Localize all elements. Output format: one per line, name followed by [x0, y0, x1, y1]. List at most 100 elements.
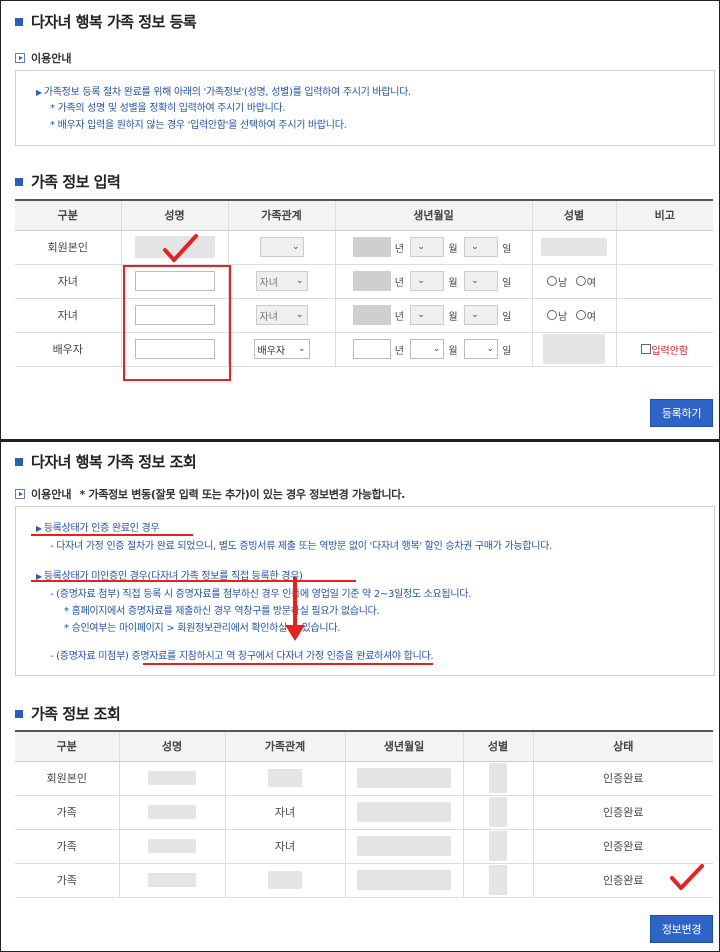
gender-cell — [462, 829, 533, 864]
birthdate-cell: 년 ⌄ 월 ⌄ 일 — [334, 298, 532, 333]
note-cell — [615, 298, 713, 333]
relation-cell — [224, 761, 345, 796]
masked-gender — [541, 238, 607, 256]
table-row: 회원본인 ⌄ 년 ⌄ 월 ⌄ 일 — [15, 230, 713, 265]
note-cell — [615, 230, 713, 265]
row-type: 배우자 — [15, 332, 121, 367]
chevron-down-icon: ⌄ — [432, 344, 441, 354]
gender-cell — [531, 230, 616, 265]
day-select[interactable]: ⌄ — [464, 271, 499, 291]
masked-gender — [489, 763, 507, 793]
chevron-down-icon: ⌄ — [417, 276, 425, 286]
chevron-down-icon: ⌄ — [471, 242, 479, 252]
female-radio[interactable] — [575, 276, 586, 286]
relation-select[interactable]: 배우자 ⌄ — [253, 339, 310, 359]
masked-gender — [489, 865, 507, 895]
col-status: 상태 — [532, 731, 713, 762]
col-birthdate: 생년월일 — [344, 731, 463, 762]
register-title: 다자녀 행복 가족 정보 등록 — [15, 11, 197, 32]
gender-cell — [462, 795, 533, 830]
status-cell: 인증완료 — [532, 829, 713, 864]
masked-name — [148, 873, 196, 887]
square-bullet-icon — [15, 457, 23, 466]
red-check-icon — [163, 234, 198, 262]
register-notice-label: 이용안내 — [15, 50, 71, 66]
name-cell — [118, 829, 225, 864]
year-input[interactable] — [352, 339, 391, 359]
relation-cell — [224, 863, 345, 898]
name-cell — [118, 795, 225, 830]
month-select[interactable]: ⌄ — [410, 271, 445, 291]
arrow-box-icon — [15, 489, 25, 499]
status-cell: 인증완료 — [532, 761, 713, 796]
name-cell — [118, 863, 225, 898]
male-radio[interactable] — [547, 276, 558, 286]
table-row: 배우자 배우자 ⌄ 년 ⌄ 월 ⌄ 일 입력안함 — [15, 332, 713, 367]
day-select[interactable]: ⌄ — [464, 237, 499, 257]
notice-line-7: - (증명자료 미첨부) 증명자료를 지참하시고 역 창구에서 다자녀 가정 인… — [50, 651, 434, 662]
status-cell: 인증완료 — [532, 795, 713, 830]
gender-cell — [531, 332, 616, 367]
square-bullet-icon — [15, 709, 23, 718]
month-select[interactable]: ⌄ — [410, 237, 445, 257]
register-notice-line-2: * 가족의 성명 및 성별을 정확히 입력하여 주시기 바랍니다. — [50, 103, 286, 114]
chevron-down-icon: ⌄ — [295, 310, 304, 320]
register-button[interactable]: 등록하기 — [650, 399, 713, 427]
family-input-table: 구분 성명 가족관계 생년월일 성별 비고 회원본인 ⌄ 년 ⌄ 월 ⌄ 일 자… — [15, 199, 713, 367]
row-type: 자녀 — [15, 264, 121, 299]
male-radio[interactable] — [547, 310, 558, 320]
masked-year — [352, 271, 391, 291]
row-type: 가족 — [15, 795, 119, 830]
day-select[interactable]: ⌄ — [464, 339, 499, 359]
red-down-arrow-icon — [285, 577, 305, 641]
gender-cell: 남 여 — [531, 298, 616, 333]
family-list-table: 구분 성명 가족관계 생년월일 성별 상태 회원본인 인증완료 가족 자녀 인증… — [15, 730, 713, 898]
chevron-down-icon: ⌄ — [417, 310, 425, 320]
square-bullet-icon — [15, 17, 23, 26]
birthdate-cell — [344, 761, 463, 796]
triangle-bullet-icon: ▶ — [36, 524, 42, 533]
relation-select[interactable]: 자녀 ⌄ — [255, 271, 308, 291]
chevron-down-icon: ⌄ — [417, 242, 425, 252]
gender-cell — [462, 761, 533, 796]
name-input-highlight — [123, 265, 231, 381]
table-row: 자녀 자녀 ⌄ 년 ⌄ 월 ⌄ 일 남 여 — [15, 264, 713, 299]
masked-relation — [268, 769, 302, 787]
table-row: 가족 인증완료 — [15, 863, 713, 898]
row-type: 자녀 — [15, 298, 121, 333]
note-cell — [615, 264, 713, 299]
family-register-panel: 다자녀 행복 가족 정보 등록 이용안내 ▶ 가족정보 등록 절차 완료를 위해 … — [0, 0, 720, 440]
col-name: 성명 — [120, 200, 228, 231]
col-relation: 가족관계 — [224, 731, 345, 762]
table-header-row: 구분 성명 가족관계 생년월일 성별 상태 — [15, 731, 713, 762]
col-note: 비고 — [615, 200, 713, 231]
month-select[interactable]: ⌄ — [410, 339, 445, 359]
col-gender: 성별 — [462, 731, 533, 762]
birthdate-cell — [344, 795, 463, 830]
skip-checkbox[interactable] — [641, 344, 652, 354]
notice-heading-1: ▶ 등록상태가 인증 완료인 경우 — [36, 523, 160, 534]
col-relation: 가족관계 — [227, 200, 335, 231]
masked-name — [148, 805, 196, 819]
register-notice-box: ▶ 가족정보 등록 절차 완료를 위해 아래의 '가족정보'(성명, 성별)를 입… — [15, 70, 715, 146]
notice-line-2: - 다자녀 가정 인증 절차가 완료 되었으니, 별도 증빙서류 제출 또는 역… — [50, 541, 552, 552]
family-list-title: 가족 정보 조회 — [15, 703, 121, 724]
table-header-row: 구분 성명 가족관계 생년월일 성별 비고 — [15, 200, 713, 231]
change-info-button[interactable]: 정보변경 — [650, 915, 713, 943]
month-select[interactable]: ⌄ — [410, 305, 445, 325]
notice-line-4: - (증명자료 첨부) 직접 등록 시 증명자료를 첨부하신 경우 인증에 영업… — [50, 589, 471, 600]
col-name: 성명 — [118, 731, 225, 762]
underline-annotation — [143, 663, 433, 665]
square-bullet-icon — [15, 177, 23, 186]
underline-annotation — [31, 534, 193, 536]
female-radio[interactable] — [575, 310, 586, 320]
gender-cell: 남 여 — [531, 264, 616, 299]
red-check-icon — [670, 864, 704, 890]
relation-select[interactable]: 자녀 ⌄ — [255, 305, 308, 325]
birthdate-cell: 년 ⌄ 월 ⌄ 일 — [334, 332, 532, 367]
masked-birthdate — [357, 802, 451, 822]
relation-cell: 자녀 ⌄ — [227, 298, 335, 333]
day-select[interactable]: ⌄ — [464, 305, 499, 325]
relation-cell: 자녀 — [224, 795, 345, 830]
relation-select[interactable]: ⌄ — [259, 237, 304, 257]
